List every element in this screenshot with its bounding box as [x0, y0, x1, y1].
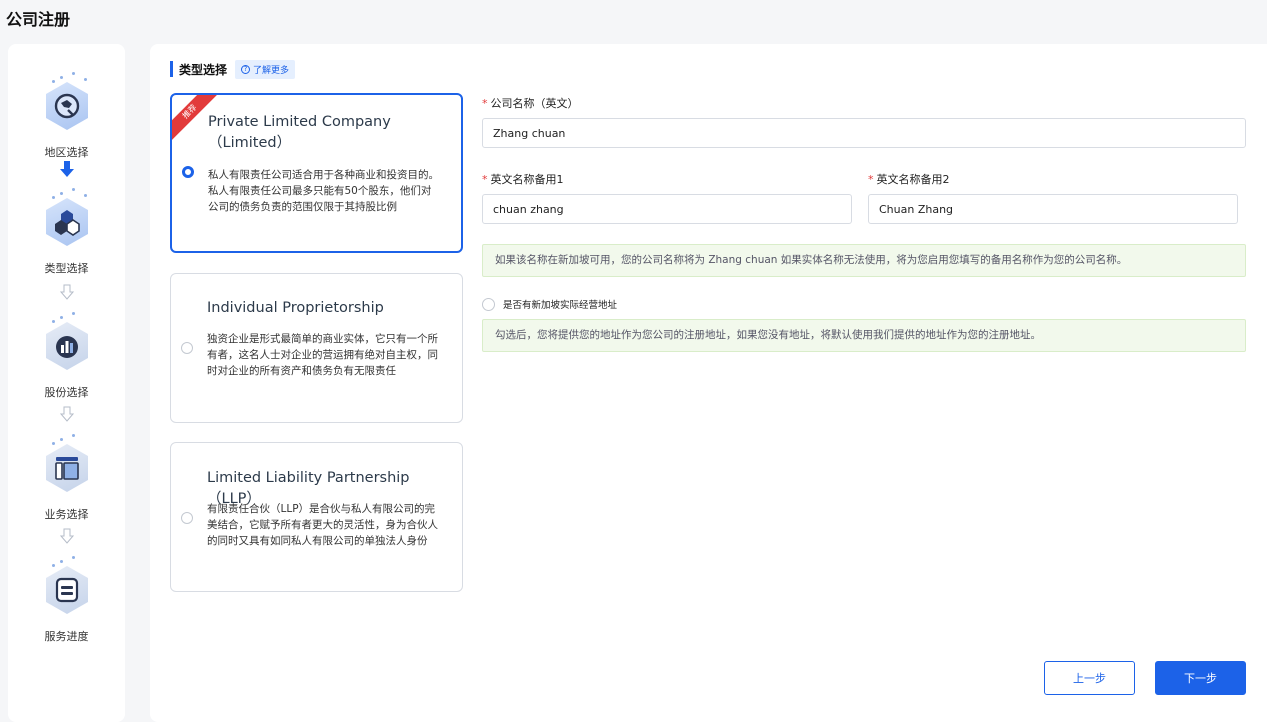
step-type[interactable]: 类型选择 — [8, 182, 125, 276]
type-card-proprietorship[interactable]: Individual Proprietorship 独资企业是形式最简单的商业实… — [170, 273, 463, 423]
alt-name-2-input[interactable] — [868, 194, 1238, 224]
step-shares[interactable]: 股份选择 — [8, 306, 125, 400]
address-option[interactable]: 是否有新加坡实际经营地址 — [482, 297, 617, 311]
page-title: 公司注册 — [6, 10, 71, 29]
section-title: 类型选择 — [179, 62, 228, 77]
card-description: 独资企业是形式最简单的商业实体，它只有一个所有者，这名人士对企业的营运拥有绝对自… — [207, 333, 438, 377]
main-panel: 类型选择 ? 了解更多 推荐 Private Limited Company（L… — [150, 44, 1267, 722]
address-radio[interactable] — [482, 297, 495, 311]
card-description: 有限责任合伙（LLP）是合伙与私人有限公司的完美结合，它赋予所有者更大的灵活性，… — [207, 503, 438, 547]
arrow-down-icon — [60, 406, 74, 422]
name-en-label: * 公司名称（英文） — [482, 97, 579, 110]
step-sidebar: 地区选择 类型选择 股份选择 业务选择 服务进度 — [8, 44, 125, 722]
arrow-down-icon — [60, 284, 74, 300]
type-card-private-limited[interactable]: 推荐 Private Limited Company（Limited） 私人有限… — [170, 93, 463, 253]
type-radio[interactable] — [182, 166, 194, 178]
name-en-input[interactable] — [482, 118, 1246, 148]
card-title: Individual Proprietorship — [207, 300, 384, 316]
address-option-label: 是否有新加坡实际经营地址 — [503, 300, 618, 311]
type-radio[interactable] — [181, 342, 193, 354]
step-label: 地区选择 — [44, 146, 89, 159]
next-button[interactable]: 下一步 — [1155, 661, 1246, 695]
type-radio[interactable] — [181, 512, 193, 524]
learn-more-label: 了解更多 — [253, 65, 290, 76]
alt-name-2-label: * 英文名称备用2 — [868, 173, 950, 186]
alt-name-1-input[interactable] — [482, 194, 852, 224]
step-label: 服务进度 — [44, 630, 89, 643]
prev-button[interactable]: 上一步 — [1044, 661, 1135, 695]
address-notice: 勾选后，您将提供您的地址作为您公司的注册地址，如果您没有地址，将默认使用我们提供… — [482, 319, 1246, 352]
step-label: 类型选择 — [44, 262, 89, 275]
type-card-llp[interactable]: Limited Liability Partnership（LLP） 有限责任合… — [170, 442, 463, 592]
arrow-down-icon — [60, 161, 74, 177]
card-title: Private Limited Company（Limited） — [208, 114, 391, 151]
step-label: 业务选择 — [44, 508, 89, 521]
arrow-down-icon — [60, 528, 74, 544]
name-notice: 如果该名称在新加坡可用，您的公司名称将为 Zhang chuan 如果实体名称无… — [482, 244, 1246, 277]
alt-name-1-label: * 英文名称备用1 — [482, 173, 564, 186]
step-label: 股份选择 — [44, 386, 89, 399]
step-progress[interactable]: 服务进度 — [8, 550, 125, 644]
help-icon: ? — [241, 64, 251, 74]
card-description: 私人有限责任公司适合用于各种商业和投资目的。私人有限责任公司最多只能有50个股东… — [208, 169, 439, 213]
step-region[interactable]: 地区选择 — [8, 66, 125, 160]
section-header: 类型选择 ? 了解更多 — [170, 59, 296, 79]
section-bar — [170, 61, 173, 77]
step-business[interactable]: 业务选择 — [8, 428, 125, 522]
learn-more-link[interactable]: ? 了解更多 — [235, 59, 296, 79]
